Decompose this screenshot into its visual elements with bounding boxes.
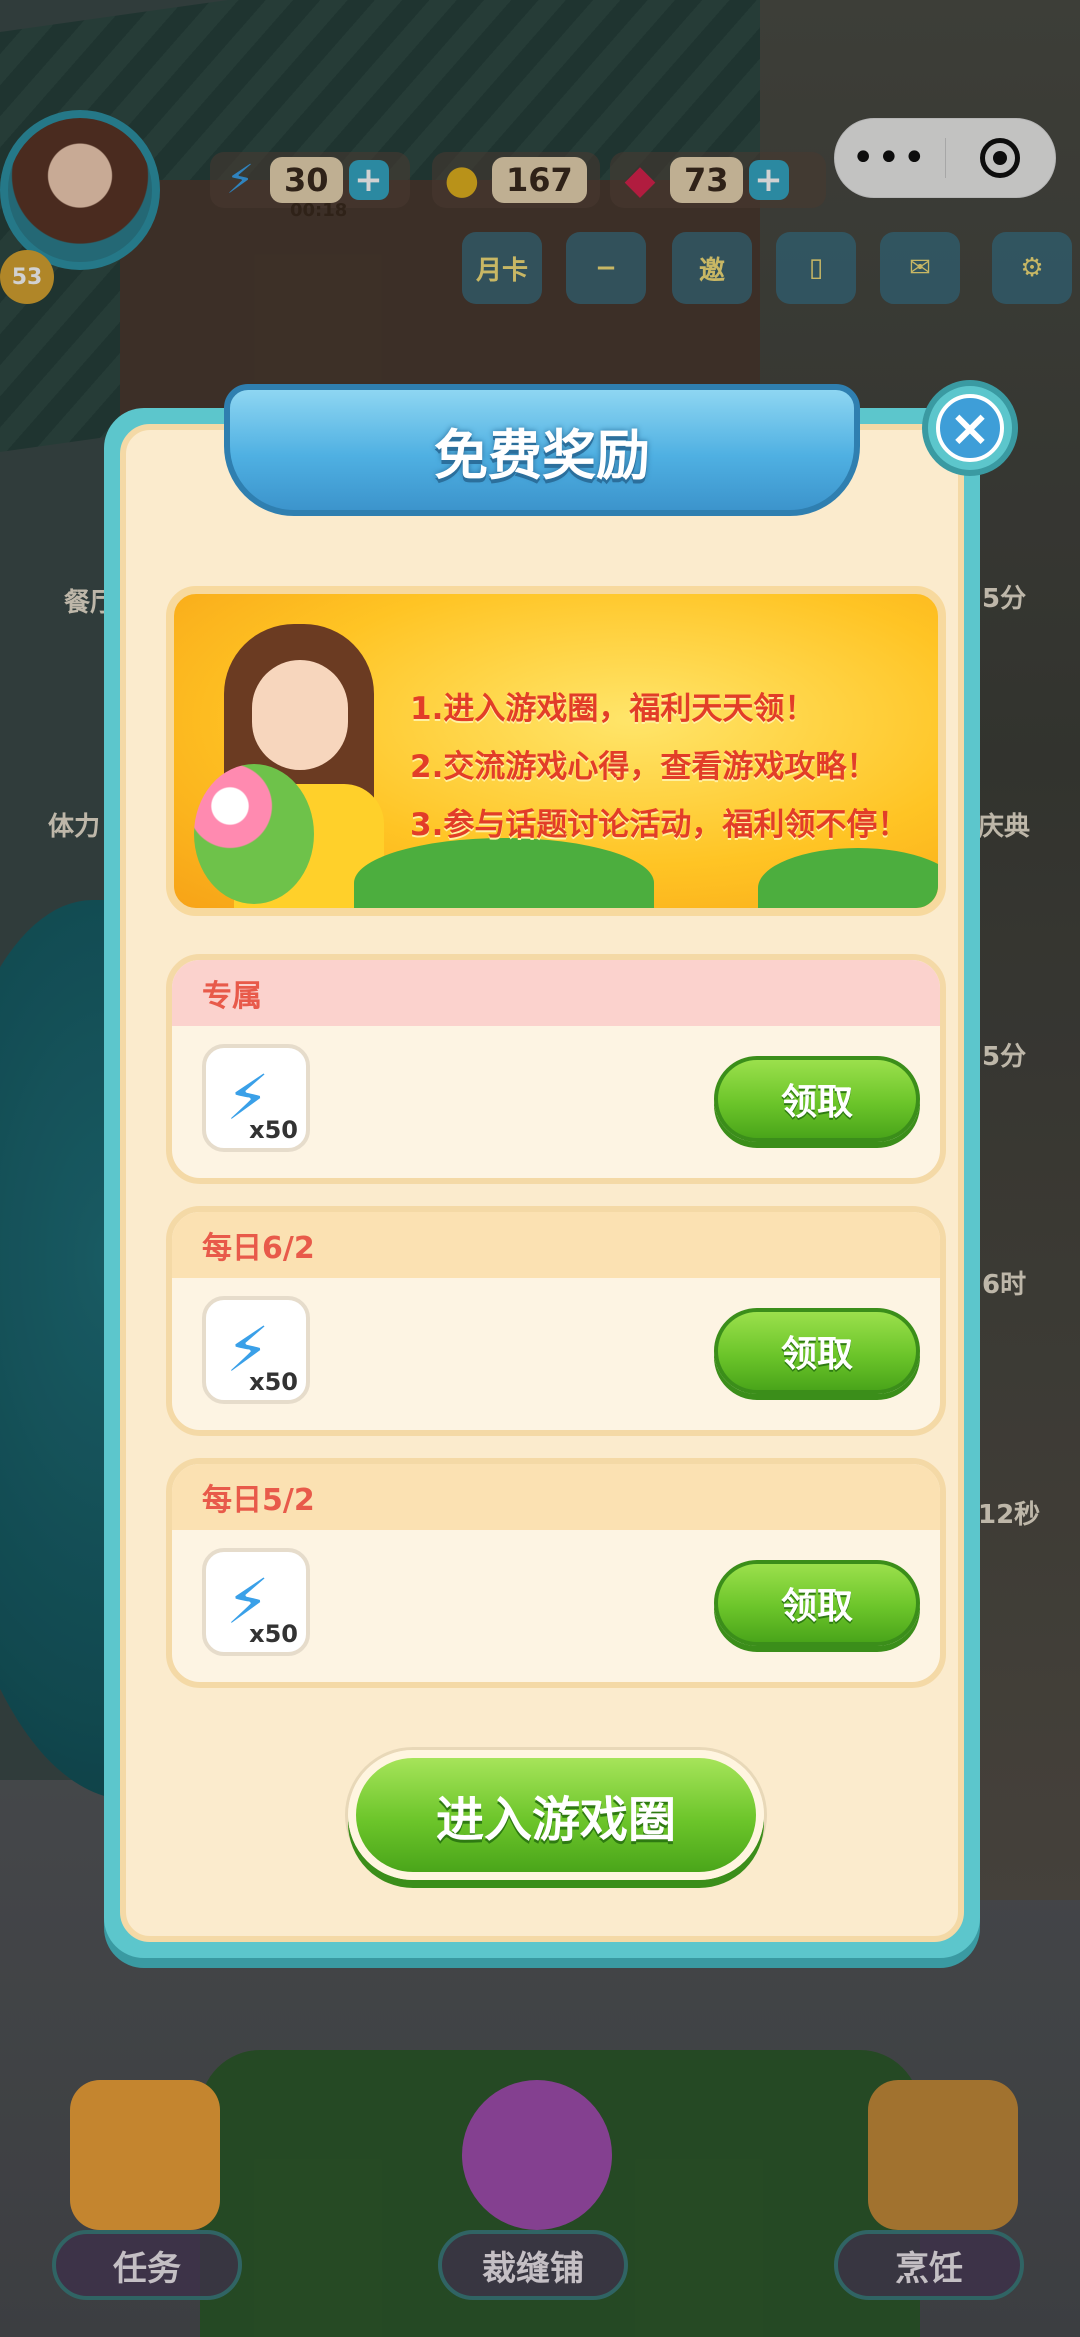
- reward-card-daily-6-2: 每日6/2 ⚡ x50 领取: [166, 1206, 946, 1436]
- enter-game-circle-button[interactable]: 进入游戏圈: [348, 1750, 764, 1880]
- reward-card-exclusive: 专属 ⚡ x50 领取: [166, 954, 946, 1184]
- modal-title: 免费奖励: [434, 423, 650, 487]
- banner-line-1: 1.进入游戏圈，福利天天领！: [410, 691, 816, 727]
- game-circle-banner: 1.进入游戏圈，福利天天领！ 2.交流游戏心得，查看游戏攻略！ 3.参与话题讨论…: [166, 586, 946, 916]
- reward-quantity: x50: [249, 1620, 298, 1648]
- claim-button[interactable]: 领取: [714, 1308, 920, 1394]
- character-face: [252, 660, 348, 770]
- energy-reward-item: ⚡ x50: [202, 1296, 310, 1404]
- banner-text: 1.进入游戏圈，福利天天领！ 2.交流游戏心得，查看游戏攻略！ 3.参与话题讨论…: [410, 680, 908, 854]
- energy-reward-item: ⚡ x50: [202, 1548, 310, 1656]
- banner-line-3: 3.参与话题讨论活动，福利领不停！: [410, 807, 909, 843]
- leaves-decoration-right: [758, 848, 938, 908]
- close-icon: ×: [936, 394, 1004, 462]
- modal-title-ribbon: 免费奖励: [224, 384, 860, 516]
- reward-card-header: 每日6/2: [172, 1212, 940, 1278]
- close-button[interactable]: ×: [922, 380, 1018, 476]
- claim-button[interactable]: 领取: [714, 1560, 920, 1646]
- reward-card-daily-5-2: 每日5/2 ⚡ x50 领取: [166, 1458, 946, 1688]
- reward-quantity: x50: [249, 1116, 298, 1144]
- flower-bouquet: [194, 764, 314, 904]
- reward-quantity: x50: [249, 1368, 298, 1396]
- reward-card-header: 专属: [172, 960, 940, 1026]
- reward-card-header: 每日5/2: [172, 1464, 940, 1530]
- modal-body: 1.进入游戏圈，福利天天领！ 2.交流游戏心得，查看游戏攻略！ 3.参与话题讨论…: [120, 424, 964, 1942]
- energy-reward-item: ⚡ x50: [202, 1044, 310, 1152]
- free-rewards-modal: 1.进入游戏圈，福利天天领！ 2.交流游戏心得，查看游戏攻略！ 3.参与话题讨论…: [104, 384, 980, 1958]
- banner-line-2: 2.交流游戏心得，查看游戏攻略！: [410, 749, 878, 785]
- claim-button[interactable]: 领取: [714, 1056, 920, 1142]
